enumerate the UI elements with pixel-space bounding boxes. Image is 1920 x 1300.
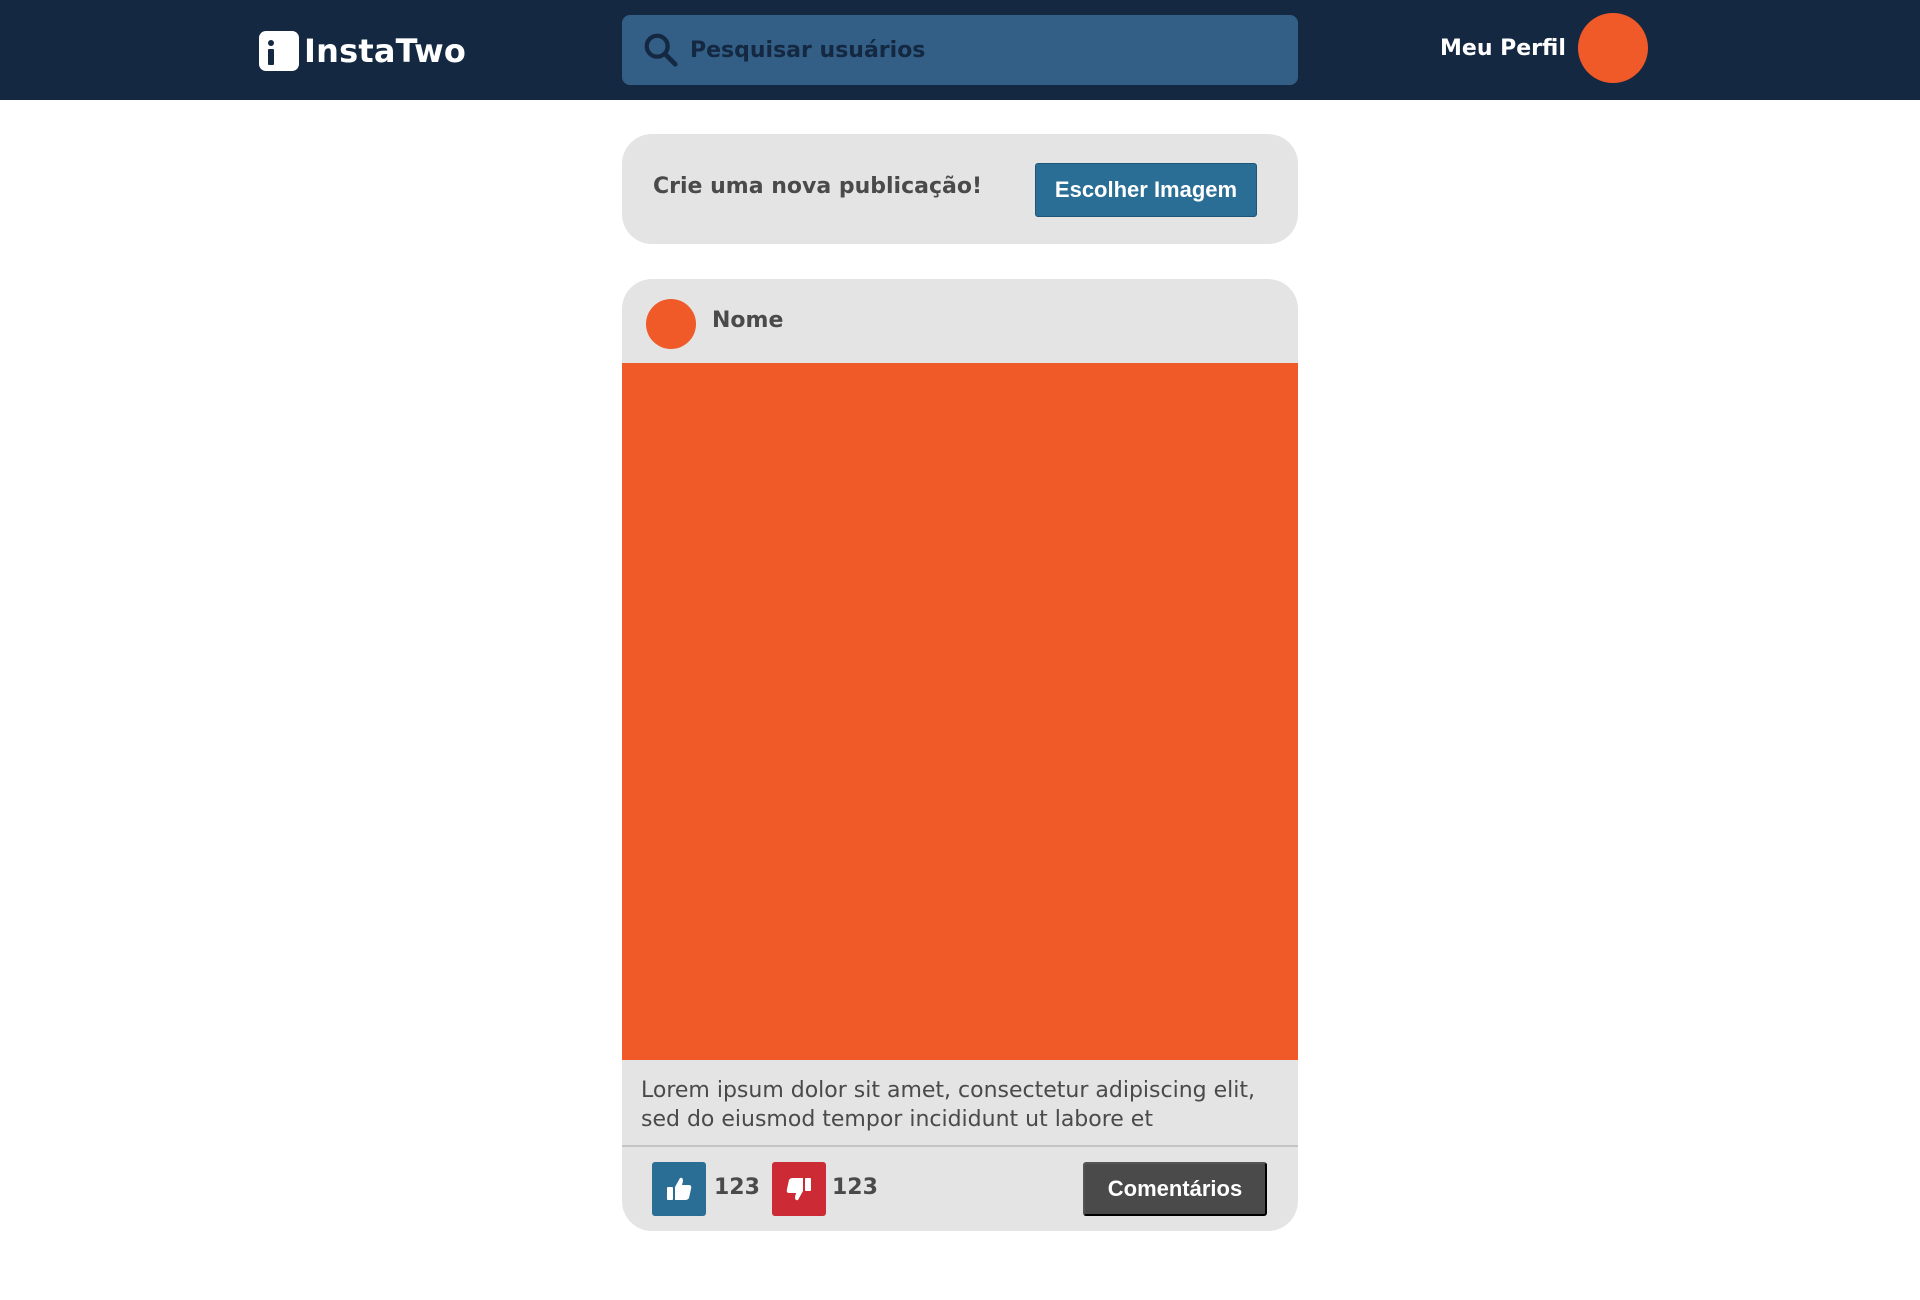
profile-label: Meu Perfil [1440,35,1566,61]
like-button[interactable] [652,1162,706,1216]
new-post-composer: Crie uma nova publicação! Escolher Image… [622,134,1298,244]
composer-prompt: Crie uma nova publicação! [653,174,982,199]
logo-text: InstaTwo [304,32,467,70]
post-caption: Lorem ipsum dolor sit amet, consectetur … [641,1078,1255,1132]
post-header: Nome [622,279,1298,363]
profile-avatar[interactable] [1577,13,1648,83]
thumbs-up-icon [667,1177,692,1200]
avatar[interactable] [646,299,696,349]
search-icon [644,33,678,67]
post-author-name[interactable]: Nome [712,308,783,333]
logo[interactable]: InstaTwo [259,30,466,72]
search-bar[interactable] [622,15,1298,85]
dislike-count: 123 [832,1175,878,1200]
top-navbar: InstaTwo Meu Perfil [0,0,1920,100]
search-input[interactable] [690,37,1250,63]
post-card: Nome Lorem ipsum dolor sit amet, consect… [622,279,1298,1231]
thumbs-down-icon [786,1178,811,1201]
post-image [622,363,1298,1060]
my-profile-link[interactable]: Meu Perfil [1440,13,1648,83]
divider [622,1145,1298,1147]
dislike-button[interactable] [772,1162,826,1216]
like-count: 123 [714,1175,760,1200]
comments-button[interactable]: Comentários [1083,1162,1267,1216]
choose-image-button[interactable]: Escolher Imagem [1035,163,1257,217]
logo-icon [259,31,299,71]
